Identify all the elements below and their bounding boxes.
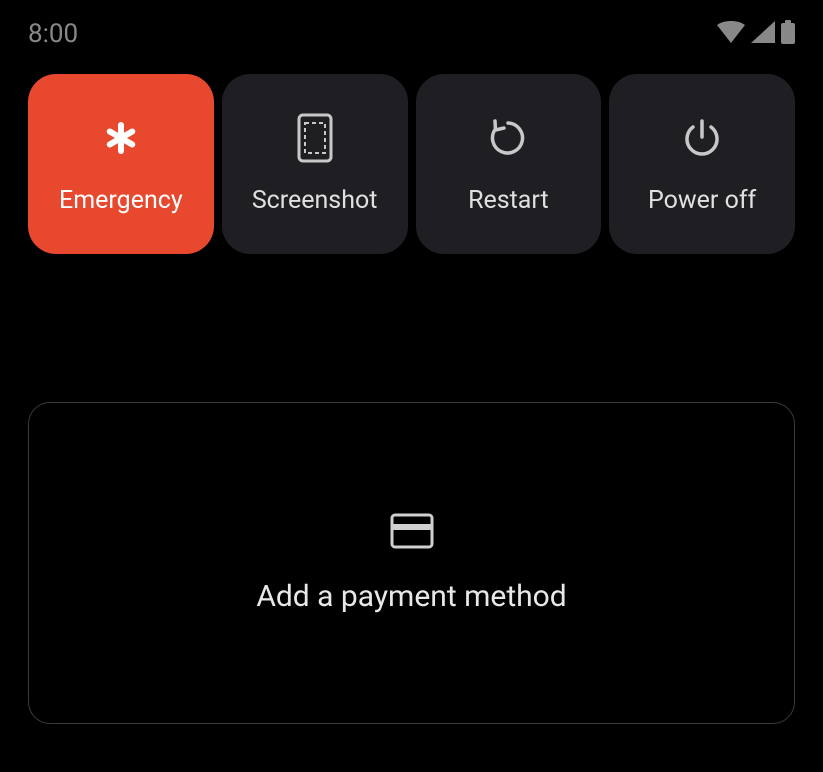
asterisk-icon: [97, 114, 145, 162]
wifi-icon: [717, 21, 745, 47]
poweroff-tile[interactable]: Power off: [609, 74, 795, 254]
card-icon: [390, 513, 434, 549]
tile-label: Power off: [648, 186, 756, 215]
status-bar: 8:00: [0, 0, 823, 50]
restart-tile[interactable]: Restart: [416, 74, 602, 254]
signal-icon: [751, 21, 775, 47]
emergency-tile[interactable]: Emergency: [28, 74, 214, 254]
power-icon: [678, 114, 726, 162]
tile-label: Restart: [468, 186, 549, 215]
add-payment-card[interactable]: Add a payment method: [28, 402, 795, 724]
screenshot-icon: [291, 114, 339, 162]
restart-icon: [484, 114, 532, 162]
tile-label: Screenshot: [252, 186, 378, 215]
power-menu: Emergency Screenshot Restart Power off: [0, 50, 823, 254]
screenshot-tile[interactable]: Screenshot: [222, 74, 408, 254]
payment-label: Add a payment method: [256, 579, 566, 614]
status-time: 8:00: [28, 19, 78, 49]
tile-label: Emergency: [59, 186, 183, 215]
battery-icon: [781, 20, 795, 48]
status-icons: [717, 20, 795, 48]
